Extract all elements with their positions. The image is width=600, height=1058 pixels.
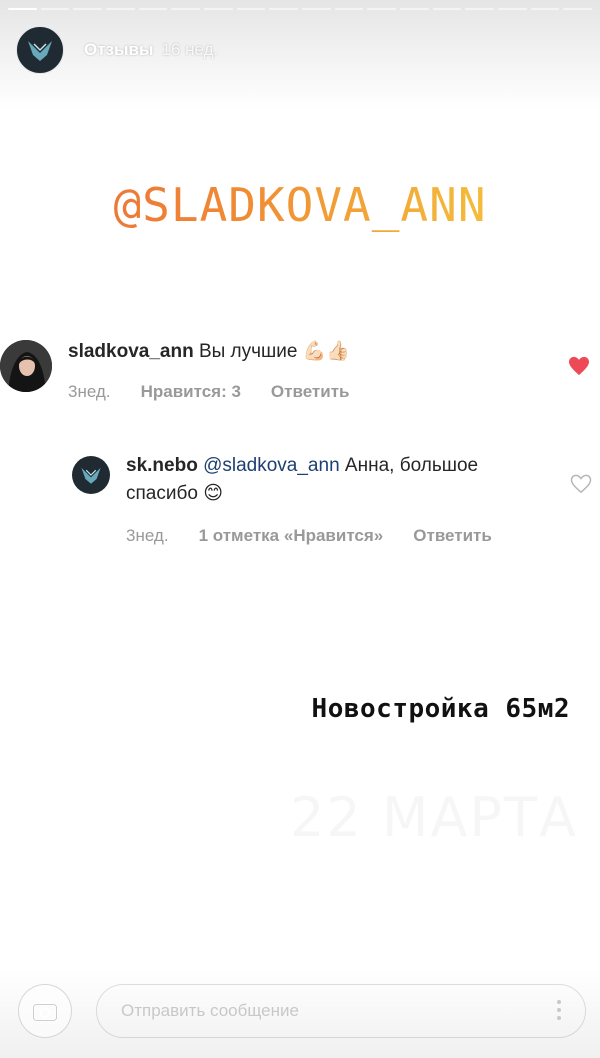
progress-segment — [40, 8, 70, 10]
progress-segment — [563, 8, 593, 10]
reply-mention-link[interactable]: @sladkova_ann — [203, 455, 340, 476]
camera-button[interactable] — [18, 984, 72, 1038]
progress-segment — [269, 8, 299, 10]
story-progress-bar — [8, 8, 593, 10]
heart-outline-icon[interactable] — [570, 474, 592, 494]
brand-logo-icon — [28, 41, 52, 61]
heart-filled-icon[interactable] — [568, 356, 590, 376]
story-footer — [0, 968, 600, 1058]
comment-meta: 3нед. Нравится: 3 Ответить — [68, 382, 349, 402]
story-caption-text: Новостройка 65м2 — [311, 694, 570, 724]
progress-segment — [138, 8, 168, 10]
reply-text: sk.nebo @sladkova_ann Анна, большое спас… — [126, 452, 546, 508]
comment-body: Вы лучшие 💪🏻👍🏻 — [198, 341, 351, 362]
more-dots-icon[interactable] — [556, 1000, 562, 1020]
progress-segment — [204, 8, 233, 10]
progress-segment — [498, 8, 527, 10]
progress-segment — [400, 8, 429, 10]
progress-segment — [367, 8, 397, 10]
reply-time: 3нед. — [126, 526, 169, 545]
progress-segment — [236, 8, 266, 10]
comment-reply-button[interactable]: Ответить — [271, 382, 350, 402]
progress-segment — [171, 8, 201, 10]
send-message-input[interactable] — [96, 984, 586, 1038]
progress-segment — [465, 8, 495, 10]
faded-date-watermark: 22 МАРТА 2 — [0, 786, 600, 849]
comment-time: 3нед. — [68, 382, 111, 401]
reply-username[interactable]: sk.nebo — [126, 455, 198, 476]
progress-segment — [530, 8, 560, 10]
progress-segment — [8, 8, 37, 10]
story-timestamp: 16 нед. — [161, 40, 219, 59]
reply-likes[interactable]: 1 отметка «Нравится» — [199, 526, 384, 546]
camera-icon — [32, 1001, 58, 1022]
commenter-avatar[interactable] — [0, 340, 52, 392]
comment-text: sladkova_ann Вы лучшие 💪🏻👍🏻 — [68, 338, 538, 366]
story-account-avatar[interactable] — [16, 26, 64, 74]
progress-segment — [73, 8, 103, 10]
mention-sticker[interactable]: @SLADKOVA_ANN — [0, 178, 600, 232]
reply-avatar[interactable] — [72, 456, 110, 494]
brand-logo-icon — [81, 467, 101, 484]
comment-username[interactable]: sladkova_ann — [68, 341, 194, 362]
story-header: Отзывы 16 нед. — [16, 26, 218, 74]
progress-segment — [334, 8, 364, 10]
reply-meta: 3нед. 1 отметка «Нравится» Ответить — [126, 526, 492, 546]
progress-segment — [302, 8, 331, 10]
story-account-name[interactable]: Отзывы — [84, 40, 154, 60]
comment-likes[interactable]: Нравится: 3 — [141, 382, 241, 402]
progress-segment — [106, 8, 135, 10]
user-photo-icon — [0, 340, 52, 392]
reply-reply-button[interactable]: Ответить — [413, 526, 492, 546]
progress-segment — [432, 8, 462, 10]
